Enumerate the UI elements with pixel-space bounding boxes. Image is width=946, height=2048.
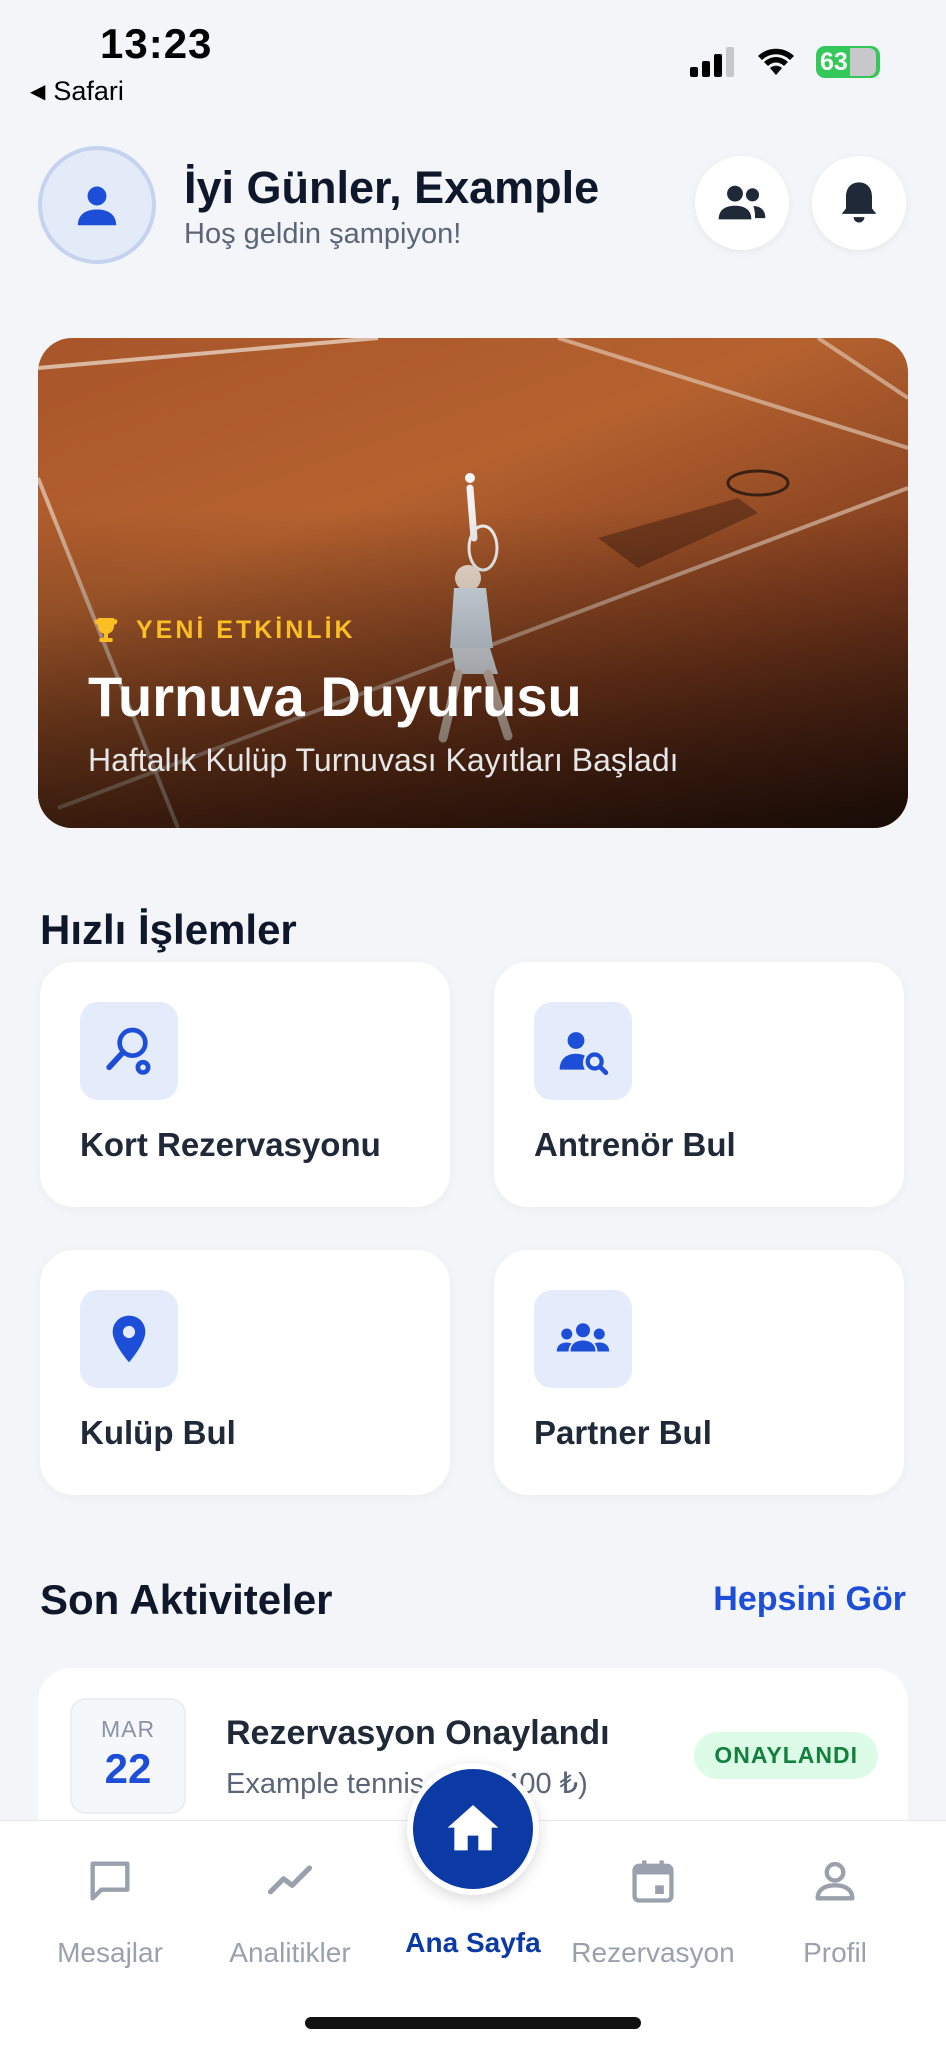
activity-month: MAR	[100, 1716, 156, 1742]
people-icon	[718, 185, 766, 220]
banner-tag-label: YENİ ETKİNLİK	[136, 615, 356, 644]
header: İyi Günler, Example Hoş geldin şampiyon!	[0, 140, 946, 270]
greeting-title: İyi Günler, Example	[184, 162, 600, 213]
card-label: Antrenör Bul	[534, 1126, 736, 1163]
banner-subtitle: Haftalık Kulüp Turnuvası Kayıtları Başla…	[88, 742, 679, 778]
find-partner-card[interactable]: Partner Bul	[494, 1250, 904, 1495]
person-search-icon	[559, 1032, 609, 1076]
nav-label: Rezervasyon	[571, 1937, 735, 1968]
home-indicator	[305, 2017, 641, 2029]
profile-icon	[815, 1861, 855, 1901]
nav-messages[interactable]: Mesajlar	[20, 1851, 200, 1969]
nav-profile[interactable]: Profil	[745, 1851, 925, 1969]
card-label: Kulüp Bul	[80, 1414, 236, 1451]
banner-tag: YENİ ETKİNLİK	[90, 614, 356, 646]
nav-label: Analitikler	[229, 1937, 351, 1968]
trend-line-icon	[267, 1865, 313, 1895]
find-club-card[interactable]: Kulüp Bul	[40, 1250, 450, 1495]
tournament-banner[interactable]: YENİ ETKİNLİK Turnuva Duyurusu Haftalık …	[38, 338, 908, 828]
card-label: Partner Bul	[534, 1414, 712, 1451]
location-pin-icon	[112, 1315, 146, 1363]
status-time: 13:23	[100, 20, 213, 67]
court-reservation-card[interactable]: Kort Rezervasyonu	[40, 962, 450, 1207]
status-bar: 13:23 ◀ Safari 63	[0, 0, 946, 110]
recent-activities-title: Son Aktiviteler	[40, 1576, 333, 1623]
calendar-icon	[632, 1860, 674, 1903]
back-arrow-icon: ◀	[30, 81, 46, 103]
status-icons: 63	[690, 46, 880, 78]
status-badge: ONAYLANDI	[694, 1732, 878, 1779]
bell-icon	[841, 182, 877, 223]
nav-home-button[interactable]	[407, 1763, 539, 1895]
chat-bubble-icon	[90, 1861, 130, 1901]
activity-day: 22	[104, 1745, 152, 1792]
friends-button[interactable]	[695, 156, 789, 250]
wifi-icon	[758, 48, 794, 75]
notifications-button[interactable]	[812, 156, 906, 250]
back-label: Safari	[53, 76, 124, 106]
nav-home-label[interactable]: Ana Sayfa	[383, 1927, 563, 1959]
cellular-signal-icon	[690, 47, 734, 77]
see-all-link[interactable]: Hepsini Gör	[713, 1580, 906, 1619]
nav-analytics[interactable]: Analitikler	[200, 1851, 380, 1969]
greeting-subtitle: Hoş geldin şampiyon!	[184, 218, 462, 250]
quick-actions-title: Hızlı İşlemler	[40, 906, 297, 953]
banner-title: Turnuva Duyurusu	[88, 665, 582, 728]
home-icon	[447, 1805, 499, 1851]
nav-reservation[interactable]: Rezervasyon	[563, 1851, 743, 1969]
battery-icon: 63	[816, 46, 880, 78]
battery-level: 63	[820, 47, 848, 76]
find-coach-card[interactable]: Antrenör Bul	[494, 962, 904, 1207]
back-to-safari[interactable]: ◀ Safari	[30, 76, 124, 107]
trophy-icon	[94, 618, 118, 642]
nav-label: Mesajlar	[57, 1937, 163, 1968]
activity-date: MAR 22	[70, 1698, 186, 1814]
bottom-navigation: Mesajlar Analitikler Ana Sayfa Rezervasy…	[0, 1763, 946, 2048]
tennis-racket-icon	[106, 1027, 151, 1075]
avatar[interactable]	[38, 146, 156, 264]
card-label: Kort Rezervasyonu	[80, 1126, 381, 1163]
person-icon	[77, 186, 117, 226]
group-icon	[556, 1323, 610, 1352]
activity-title: Rezervasyon Onaylandı	[226, 1714, 610, 1752]
activity-subtitle: Example tennis club (400 ₺)	[226, 1768, 588, 1800]
nav-label: Profil	[803, 1937, 867, 1968]
